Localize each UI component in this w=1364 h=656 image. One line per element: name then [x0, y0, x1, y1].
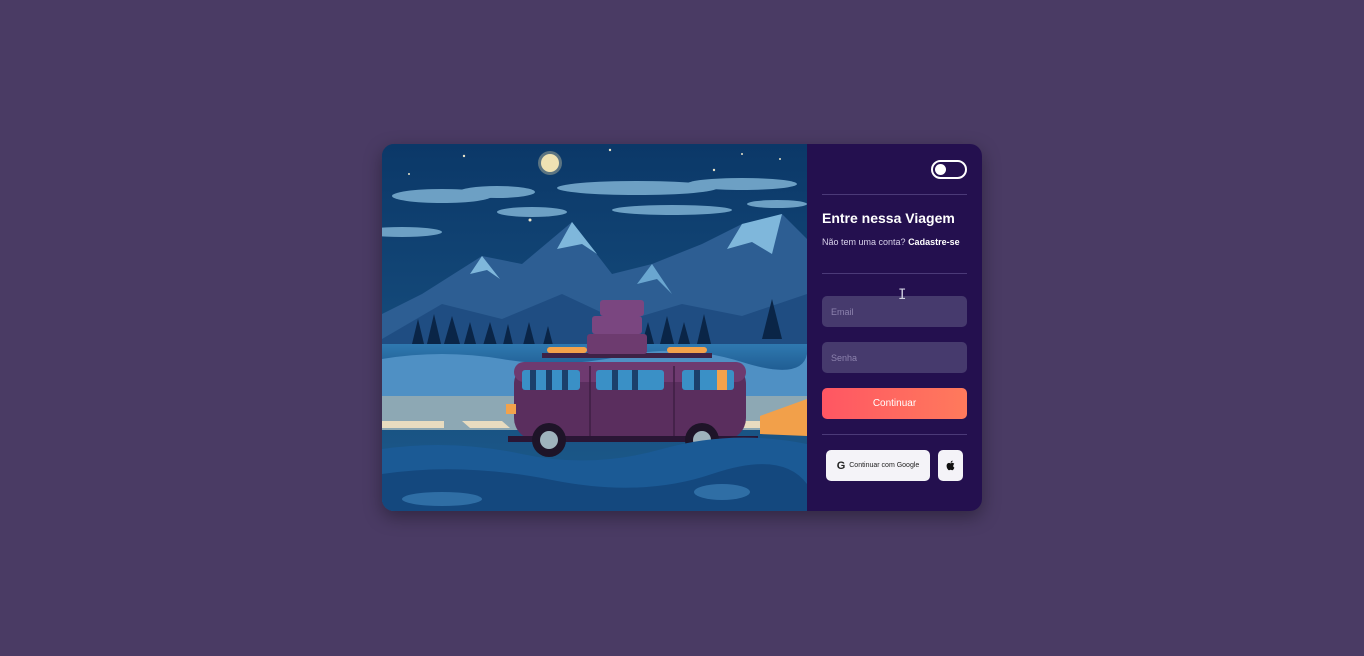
apple-icon — [946, 460, 955, 471]
signup-prompt: Não tem uma conta? Cadastre-se — [822, 237, 960, 247]
signup-link[interactable]: Cadastre-se — [908, 237, 960, 247]
middle-divider — [822, 273, 967, 274]
toggle-switch-icon — [935, 164, 946, 175]
email-input[interactable] — [822, 296, 967, 327]
theme-toggle[interactable] — [931, 160, 967, 179]
login-card: Entre nessa Viagem Não tem uma conta? Ca… — [382, 144, 982, 511]
google-button-label: Continuar com Google — [849, 462, 920, 469]
top-divider — [822, 194, 967, 195]
travel-illustration — [382, 144, 807, 511]
text-cursor-icon: I — [898, 287, 907, 303]
login-panel: Entre nessa Viagem Não tem uma conta? Ca… — [807, 144, 982, 511]
signup-prompt-text: Não tem uma conta? — [822, 237, 906, 247]
bottom-divider — [822, 434, 967, 435]
password-input[interactable] — [822, 342, 967, 373]
login-title: Entre nessa Viagem — [822, 210, 955, 226]
google-icon: G — [836, 459, 846, 472]
continue-button[interactable]: Continuar — [822, 388, 967, 419]
google-signin-button[interactable]: G Continuar com Google — [826, 450, 930, 481]
apple-signin-button[interactable] — [938, 450, 963, 481]
